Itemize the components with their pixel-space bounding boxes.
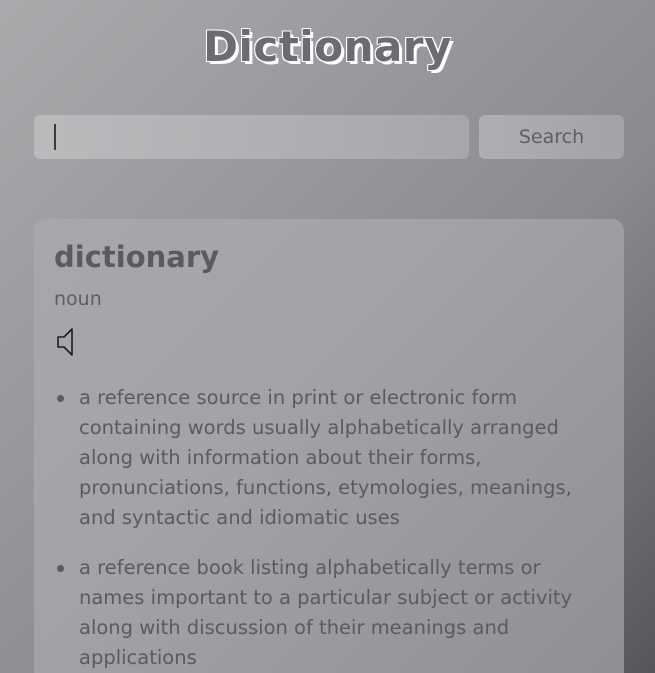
speaker-icon[interactable] (54, 325, 84, 359)
bullet-icon (57, 565, 64, 572)
definition-item: a reference book listing alphabetically … (54, 553, 604, 673)
definition-text: a reference source in print or electroni… (79, 386, 572, 529)
definition-item: a reference source in print or electroni… (54, 383, 604, 533)
definition-text: a reference book listing alphabetically … (79, 556, 573, 669)
search-button[interactable]: Search (479, 115, 624, 159)
result-card: dictionary noun a reference source in pr… (34, 219, 624, 673)
definitions-list: a reference source in print or electroni… (54, 383, 604, 673)
text-cursor (54, 124, 56, 150)
bullet-icon (57, 395, 64, 402)
part-of-speech: noun (54, 288, 102, 310)
search-input[interactable] (34, 115, 469, 159)
app-title: Dictionary (203, 22, 452, 71)
search-bar: Search (34, 115, 624, 159)
result-word: dictionary (54, 240, 220, 274)
